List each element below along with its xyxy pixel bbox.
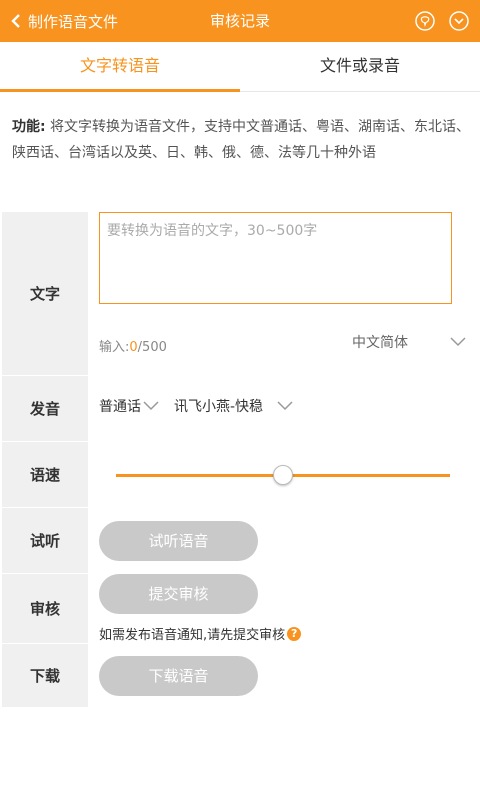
tab-file-or-recording[interactable]: 文件或录音: [240, 42, 480, 91]
dialect-select[interactable]: 普通话: [99, 396, 159, 416]
audit-label: 审核: [2, 574, 88, 643]
chevron-down-icon: [277, 401, 293, 411]
speaker-select[interactable]: 讯飞小燕-快稳: [174, 396, 293, 416]
audit-hint: 如需发布语音通知,请先提交审核 ?: [99, 624, 302, 643]
audit-records-link[interactable]: 审核记录: [210, 12, 270, 30]
speaker-value: 讯飞小燕-快稳: [174, 399, 264, 415]
char-count-max: /500: [137, 340, 167, 355]
char-count-value: 0: [129, 340, 138, 355]
char-count-prefix: 输入:: [99, 340, 130, 355]
download-row: 下载 下载语音: [2, 644, 478, 708]
feature-description: 功能: 将文字转换为语音文件，支持中文普通话、粤语、湖南话、东北话、陕西话、台湾…: [12, 114, 472, 166]
text-input[interactable]: [99, 212, 452, 304]
language-select[interactable]: 中文简体: [352, 332, 466, 352]
help-icon[interactable]: ?: [287, 626, 302, 641]
speed-slider[interactable]: [116, 464, 450, 486]
back-label: 制作语音文件: [28, 12, 119, 31]
description-text: 将文字转换为语音文件，支持中文普通话、粤语、湖南话、东北话、陕西话、台湾话以及英…: [12, 119, 471, 161]
back-button[interactable]: 制作语音文件: [8, 0, 118, 42]
speed-row: 语速: [2, 442, 478, 508]
voice-label: 发音: [2, 376, 88, 441]
description-lead: 功能:: [12, 119, 46, 135]
top-bar: 制作语音文件 审核记录: [0, 0, 480, 42]
download-label: 下载: [2, 644, 88, 707]
tab-bar: 文字转语音 文件或录音: [0, 42, 480, 92]
slider-thumb[interactable]: [273, 465, 293, 485]
text-label: 文字: [2, 212, 88, 375]
listen-label: 试听: [2, 508, 88, 573]
chevron-down-icon: [143, 401, 159, 411]
download-button[interactable]: 下载语音: [99, 656, 258, 696]
message-icon[interactable]: [414, 10, 436, 32]
char-count: 输入:0/500: [99, 336, 167, 355]
audit-hint-text: 如需发布语音通知,请先提交审核: [99, 628, 286, 643]
chevron-down-circle-icon[interactable]: [448, 10, 470, 32]
tab-text-to-speech[interactable]: 文字转语音: [0, 42, 240, 92]
chevron-down-icon: [450, 337, 466, 347]
listen-button[interactable]: 试听语音: [99, 521, 258, 561]
speed-label: 语速: [2, 442, 88, 507]
text-row: 文字 输入:0/500 中文简体: [2, 212, 478, 376]
chevron-left-icon: [8, 12, 26, 30]
listen-row: 试听 试听语音: [2, 508, 478, 574]
voice-row: 发音 普通话 讯飞小燕-快稳: [2, 376, 478, 442]
audit-row: 审核 提交审核 如需发布语音通知,请先提交审核 ?: [2, 574, 478, 644]
submit-audit-button[interactable]: 提交审核: [99, 574, 258, 614]
language-value: 中文简体: [352, 335, 408, 351]
tts-form: 文字 输入:0/500 中文简体 发音 普通话 讯飞小燕-快稳 语速: [2, 212, 478, 708]
dialect-value: 普通话: [99, 399, 141, 415]
